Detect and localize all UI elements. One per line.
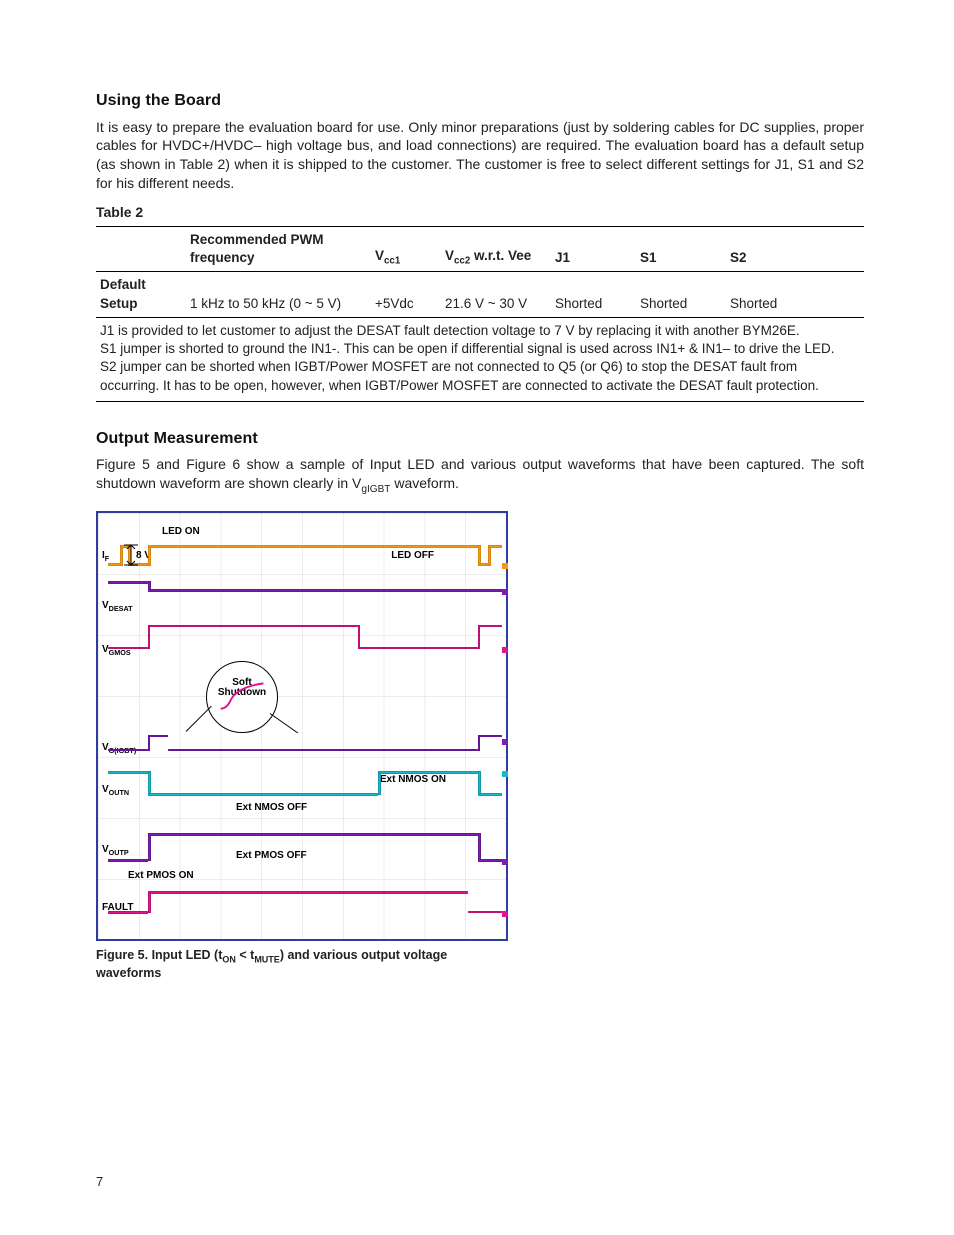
td-s2: Shorted [726,272,864,317]
label-if: IF [102,549,109,564]
th-vcc1: Vcc1 [371,227,441,272]
note-j1: J1 is provided to let customer to adjust… [100,322,860,340]
marker-ch5 [502,771,508,777]
label-ext-pmos-off: Ext PMOS OFF [236,849,307,863]
marker-ch1 [502,563,508,569]
td-j1: Shorted [551,272,636,317]
note-s1: S1 jumper is shorted to ground the IN1-.… [100,340,860,358]
th-pwm: Recommended PWM frequency [186,227,371,272]
heading-using-the-board: Using the Board [96,90,864,112]
td-vcc1: +5Vdc [371,272,441,317]
th-j1: J1 [551,227,636,272]
scope-screenshot: IF LED ON 8 V LED OFF VDESAT [96,511,508,941]
th-s1: S1 [636,227,726,272]
marker-ch6 [502,859,508,865]
table-row: Default Setup 1 kHz to 50 kHz (0 ~ 5 V) … [96,272,864,317]
label-ext-pmos-on: Ext PMOS ON [128,869,194,883]
figure-5: IF LED ON 8 V LED OFF VDESAT [96,511,508,983]
label-voutp: VOUTP [102,843,129,858]
marker-ch3 [502,647,508,653]
heading-output-measurement: Output Measurement [96,428,864,450]
label-voutn: VOUTN [102,783,129,798]
table-header-row: Recommended PWM frequency Vcc1 Vcc2 w.r.… [96,227,864,272]
marker-ch7 [502,911,508,917]
zoom-soft-shutdown: SoftShutdown [206,661,278,733]
td-default-setup: Default Setup [96,272,186,317]
table-2: Recommended PWM frequency Vcc1 Vcc2 w.r.… [96,226,864,318]
marker-ch2 [502,589,508,595]
marker-ch4 [502,739,508,745]
label-ext-nmos-on: Ext NMOS ON [380,773,446,787]
th-vcc2: Vcc2 w.r.t. Vee [441,227,551,272]
th-s2: S2 [726,227,864,272]
td-s1: Shorted [636,272,726,317]
th-blank [96,227,186,272]
page-number: 7 [96,1173,103,1191]
label-ext-nmos-off: Ext NMOS OFF [236,801,307,815]
para-using-the-board: It is easy to prepare the evaluation boa… [96,118,864,194]
td-pwm: 1 kHz to 50 kHz (0 ~ 5 V) [186,272,371,317]
label-led-off: LED OFF [391,549,434,563]
label-led-on: LED ON [162,525,200,539]
table-label: Table 2 [96,203,864,222]
table-notes: J1 is provided to let customer to adjust… [96,318,864,402]
label-vdesat: VDESAT [102,599,133,614]
note-s2: S2 jumper can be shorted when IGBT/Power… [100,358,860,394]
td-vcc2: 21.6 V ~ 30 V [441,272,551,317]
label-vgmos: VGMOS [102,643,131,658]
figure-5-caption: Figure 5. Input LED (tON < tMUTE) and va… [96,947,508,983]
arrow-8v [122,543,140,569]
para-output-measurement: Figure 5 and Figure 6 show a sample of I… [96,455,864,496]
